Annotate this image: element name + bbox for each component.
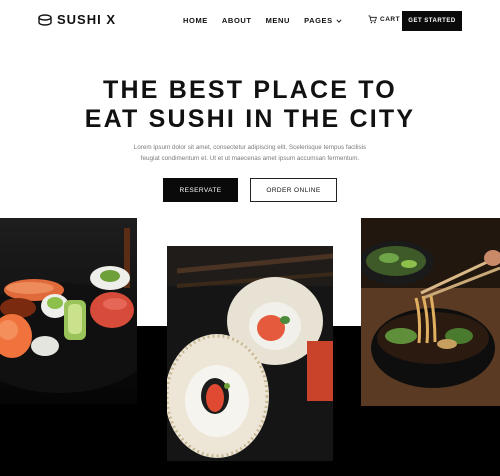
hero-title-line-1: THE BEST PLACE TO xyxy=(103,76,397,104)
brand-logo[interactable]: SUSHI X xyxy=(38,12,116,27)
hero-subtitle-line-1: Lorem ipsum dolor sit amet, consectetur … xyxy=(133,144,367,151)
hero-title: THE BEST PLACE TO EAT SUSHI IN THE CITY xyxy=(0,76,500,134)
chevron-down-icon xyxy=(336,18,342,23)
cart-icon xyxy=(368,15,377,24)
order-online-button[interactable]: ORDER ONLINE xyxy=(250,178,337,202)
get-started-button[interactable]: GET STARTED xyxy=(402,11,462,31)
nav-item-about[interactable]: ABOUT xyxy=(222,16,252,25)
hero-subtitle: Lorem ipsum dolor sit amet, consectetur … xyxy=(110,142,390,164)
nav-item-menu[interactable]: MENU xyxy=(266,16,290,25)
nav-item-pages[interactable]: PAGES xyxy=(304,16,342,25)
nav-item-home[interactable]: HOME xyxy=(183,16,208,25)
hero-subtitle-line-2: feugiat condimentum et. Ut et ut maecena… xyxy=(140,155,360,162)
nav-item-pages-label: PAGES xyxy=(304,16,333,25)
brand-name: SUSHI X xyxy=(57,12,117,27)
top-navigation: SUSHI X HOME ABOUT MENU PAGES CART GET S… xyxy=(0,0,500,42)
cart-link[interactable]: CART xyxy=(368,15,400,24)
reservate-button[interactable]: RESERVATE xyxy=(163,178,238,202)
sushi-platter-photo xyxy=(0,218,137,404)
main-menu: HOME ABOUT MENU PAGES xyxy=(183,16,342,25)
hero-title-line-2: EAT SUSHI IN THE CITY xyxy=(84,105,416,133)
cart-label: CART xyxy=(380,16,401,23)
ramen-bowl-photo xyxy=(361,218,500,406)
sushi-logo-icon xyxy=(38,13,52,26)
sushi-rolls-photo xyxy=(167,246,333,461)
